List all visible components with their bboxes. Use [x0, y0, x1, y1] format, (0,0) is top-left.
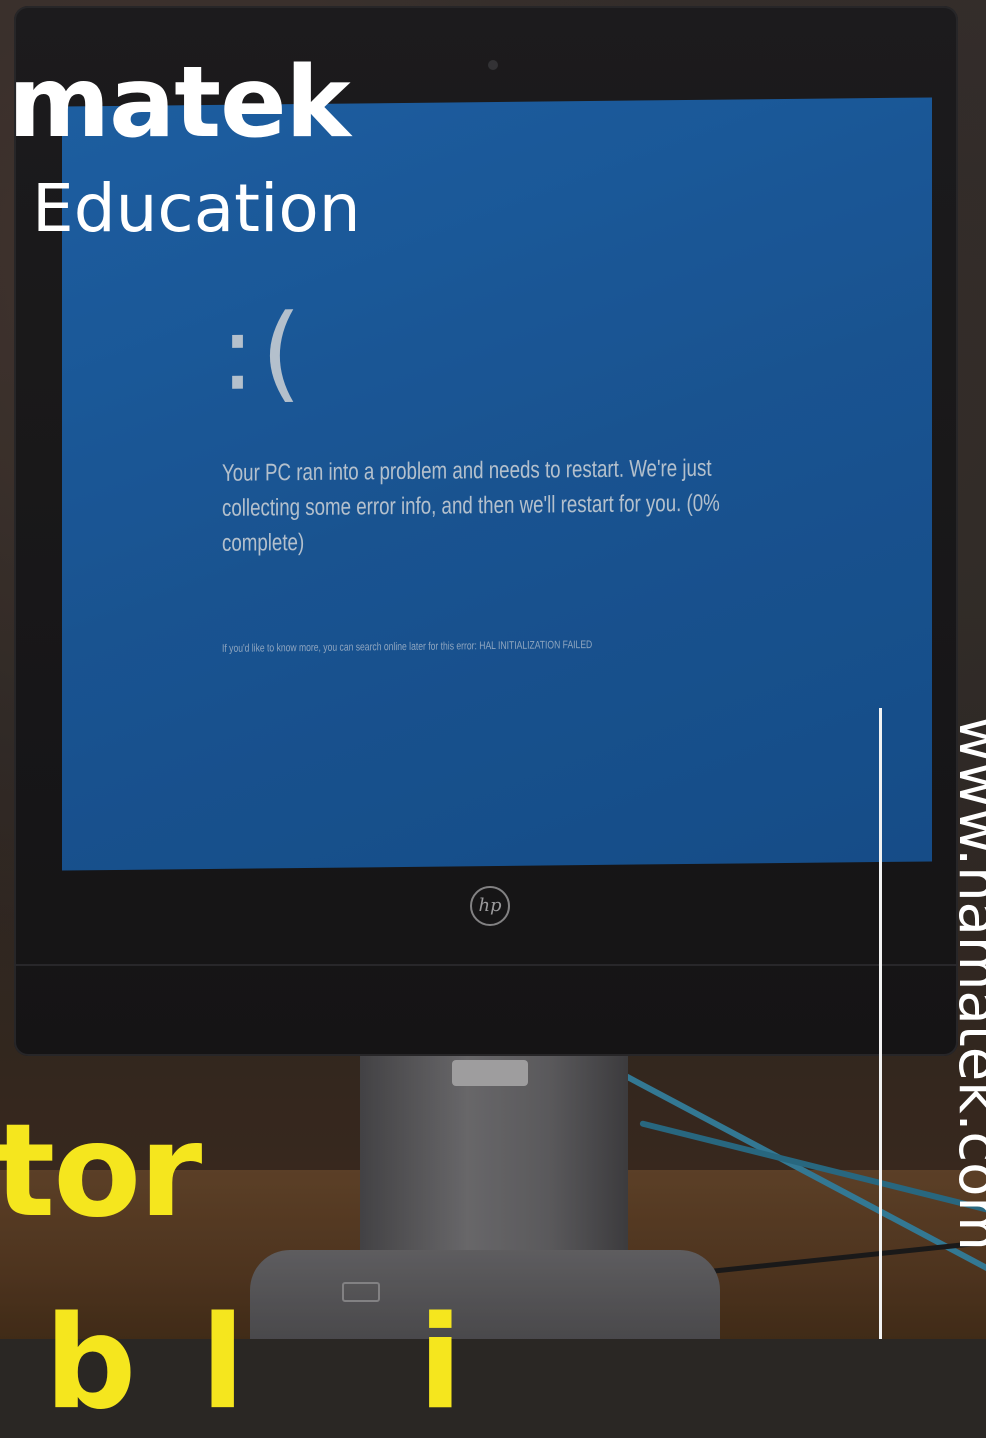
website-url: www.hamatek.com — [946, 716, 986, 1251]
vertical-divider — [879, 708, 882, 1339]
headline-line-2: b l i — [0, 1289, 473, 1438]
brand-name: matek — [8, 46, 351, 160]
brand-subtitle: Education — [32, 170, 361, 247]
headline-line-1: tor — [0, 1097, 202, 1246]
